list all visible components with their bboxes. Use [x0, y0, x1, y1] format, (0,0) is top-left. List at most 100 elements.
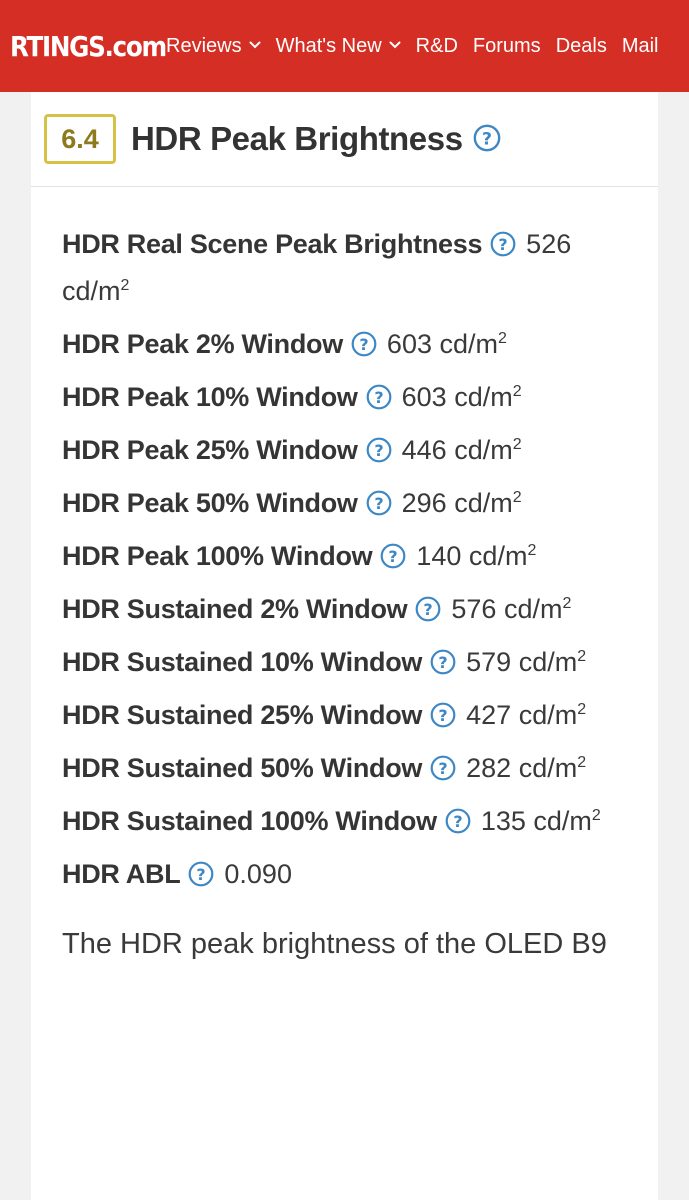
svg-text:?: ? [197, 865, 206, 884]
nav-deals-label: Deals [555, 34, 607, 57]
unit-exponent: 2 [120, 277, 130, 294]
value-number: 579 [466, 647, 512, 677]
measurement-row: HDR Sustained 25% Window? 427 cd/m2 [62, 692, 621, 739]
value-number: 282 [466, 753, 512, 783]
measurement-value: 603 cd/m2 [387, 329, 507, 359]
unit-exponent: 2 [577, 701, 587, 718]
main-nav: Reviews What's New R&D Forums Deals Mail [166, 35, 659, 58]
chevron-down-icon [389, 39, 401, 51]
value-number: 140 [416, 541, 462, 571]
help-icon[interactable]: ? [366, 437, 392, 463]
nav-whats-new[interactable]: What's New [276, 35, 401, 58]
measurement-row: HDR Peak 50% Window? 296 cd/m2 [62, 480, 621, 527]
value-number: 427 [466, 700, 512, 730]
svg-text:?: ? [374, 441, 383, 460]
nav-mail-label: Mail [621, 34, 659, 57]
measurement-value: 446 cd/m2 [402, 435, 522, 465]
nav-forums-label: Forums [472, 34, 541, 57]
measurement-value: 576 cd/m2 [451, 594, 571, 624]
measurement-value: 135 cd/m2 [481, 806, 601, 836]
value-number: 0.090 [224, 859, 292, 889]
value-unit: cd/m2 [440, 329, 507, 359]
description-text: The HDR peak brightness of the OLED B9 [62, 928, 607, 960]
help-icon[interactable]: ? [490, 231, 516, 257]
nav-reviews[interactable]: Reviews [166, 35, 261, 58]
value-unit: cd/m2 [454, 382, 521, 412]
help-icon[interactable]: ? [473, 124, 501, 152]
measurement-row: HDR Peak 25% Window? 446 cd/m2 [62, 427, 621, 474]
value-unit: cd/m2 [62, 276, 129, 306]
value-unit: cd/m2 [519, 647, 586, 677]
nav-reviews-label: Reviews [166, 34, 242, 57]
measurement-list: HDR Real Scene Peak Brightness? 526 cd/m2… [31, 187, 621, 966]
help-icon[interactable]: ? [430, 702, 456, 728]
help-icon[interactable]: ? [430, 649, 456, 675]
unit-base: cd/m [454, 488, 513, 518]
measurement-value: 579 cd/m2 [466, 647, 586, 677]
svg-text:?: ? [482, 129, 492, 149]
help-icon[interactable]: ? [366, 384, 392, 410]
value-number: 526 [526, 229, 572, 259]
measurement-label: HDR ABL [62, 859, 181, 889]
svg-text:?: ? [453, 812, 462, 831]
value-unit: cd/m2 [454, 435, 521, 465]
unit-exponent: 2 [562, 595, 572, 612]
nav-rd-label: R&D [415, 34, 458, 57]
measurement-row: HDR Sustained 2% Window? 576 cd/m2 [62, 586, 621, 633]
measurement-label: HDR Real Scene Peak Brightness [62, 229, 483, 259]
score-badge: 6.4 [44, 114, 116, 164]
svg-text:?: ? [374, 388, 383, 407]
unit-base: cd/m [518, 753, 578, 783]
measurement-row: HDR Real Scene Peak Brightness? 526 cd/m2 [62, 221, 621, 315]
measurement-label: HDR Sustained 100% Window [62, 806, 437, 836]
unit-base: cd/m [454, 435, 513, 465]
measurement-label: HDR Peak 100% Window [62, 541, 373, 571]
svg-text:?: ? [438, 653, 447, 672]
value-unit: cd/m2 [504, 594, 571, 624]
help-icon[interactable]: ? [188, 861, 214, 887]
measurement-value: 282 cd/m2 [466, 753, 586, 783]
measurement-label: HDR Peak 25% Window [62, 435, 358, 465]
measurement-value: 0.090 [224, 859, 292, 889]
site-logo[interactable]: RTINGS.com [10, 30, 167, 63]
measurement-value: 296 cd/m2 [402, 488, 522, 518]
measurement-row: HDR Sustained 10% Window? 579 cd/m2 [62, 639, 621, 686]
chevron-down-icon [249, 39, 261, 51]
help-icon[interactable]: ? [380, 543, 406, 569]
nav-deals[interactable]: Deals [556, 35, 607, 58]
unit-exponent: 2 [512, 436, 522, 453]
nav-mail[interactable]: Mail [622, 35, 659, 58]
help-icon[interactable]: ? [415, 596, 441, 622]
nav-forums[interactable]: Forums [473, 35, 541, 58]
svg-text:?: ? [424, 600, 433, 619]
unit-exponent: 2 [512, 383, 522, 400]
unit-exponent: 2 [512, 489, 522, 506]
value-unit: cd/m2 [454, 488, 521, 518]
value-unit: cd/m2 [469, 541, 536, 571]
value-number: 135 [480, 806, 526, 836]
value-unit: cd/m2 [533, 806, 600, 836]
measurement-label: HDR Sustained 25% Window [62, 700, 423, 730]
measurement-row: HDR Peak 100% Window? 140 cd/m2 [62, 533, 621, 580]
measurement-value: 427 cd/m2 [466, 700, 586, 730]
measurement-value: 140 cd/m2 [416, 541, 536, 571]
help-icon[interactable]: ? [351, 331, 377, 357]
svg-text:?: ? [359, 335, 368, 354]
svg-text:?: ? [389, 547, 398, 566]
measurement-row: HDR Peak 2% Window? 603 cd/m2 [62, 321, 621, 368]
svg-text:?: ? [499, 235, 508, 254]
unit-base: cd/m [518, 700, 578, 730]
nav-rd[interactable]: R&D [416, 35, 458, 58]
value-number: 446 [401, 435, 447, 465]
svg-text:?: ? [438, 759, 447, 778]
unit-exponent: 2 [577, 754, 587, 771]
test-result-card: 6.4 HDR Peak Brightness ? HDR Real Scene… [31, 92, 658, 1200]
section-title: HDR Peak Brightness [131, 120, 463, 157]
help-icon[interactable]: ? [430, 755, 456, 781]
help-icon[interactable]: ? [445, 808, 471, 834]
help-icon[interactable]: ? [366, 490, 392, 516]
measurement-row: HDR ABL? 0.090 [62, 851, 621, 898]
svg-text:?: ? [374, 494, 383, 513]
unit-exponent: 2 [591, 807, 601, 824]
unit-base: cd/m [454, 382, 513, 412]
